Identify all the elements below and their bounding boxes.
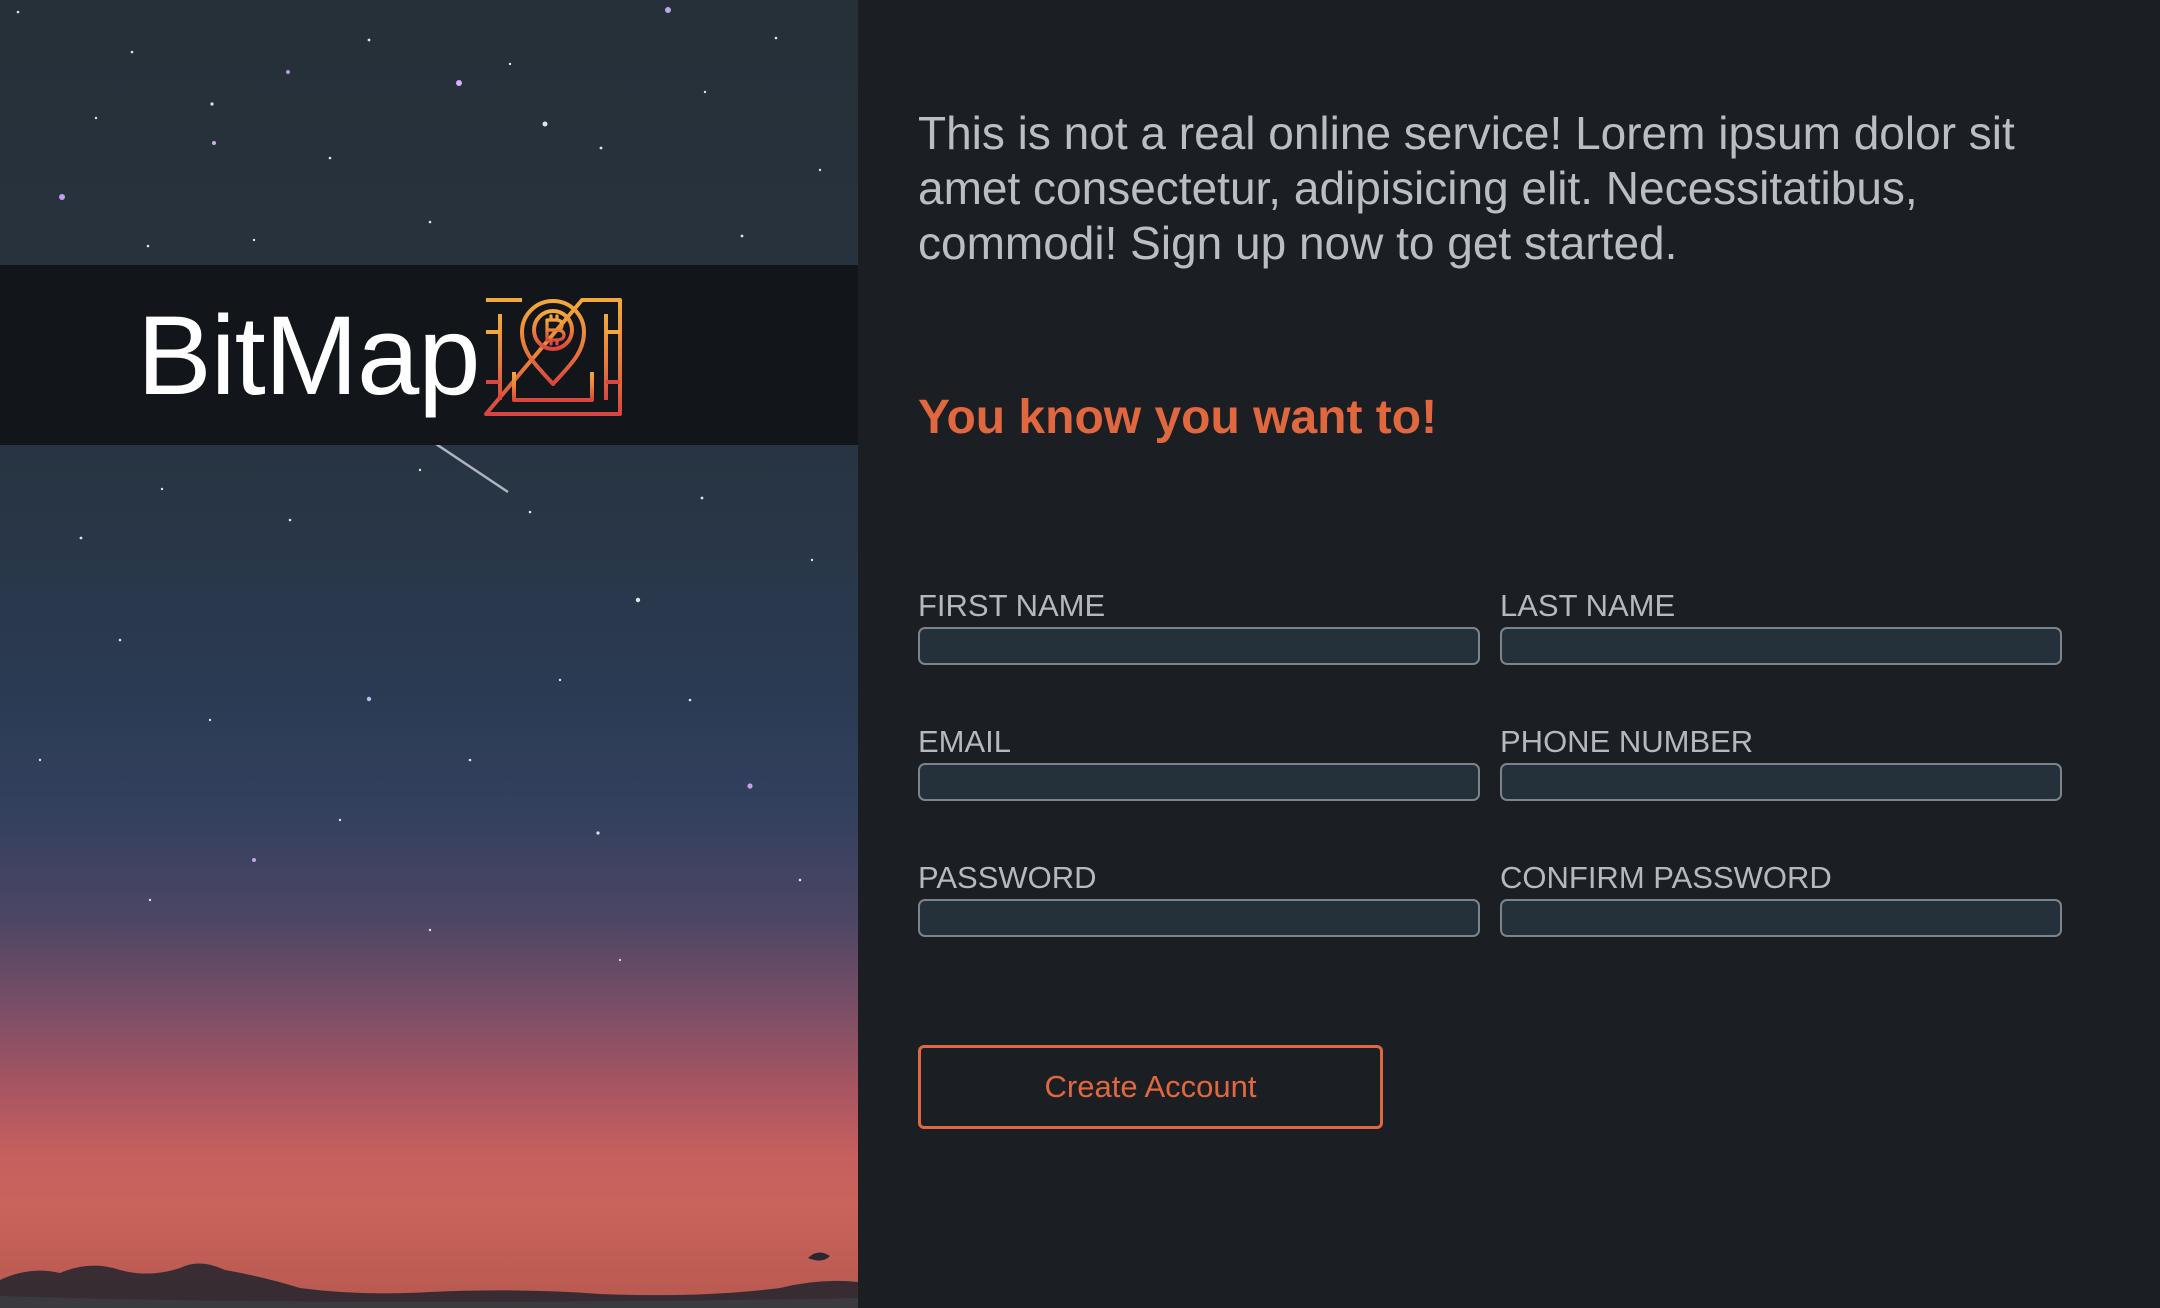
tagline: You know you want to! bbox=[918, 391, 1438, 444]
first-name-input[interactable] bbox=[918, 627, 1480, 665]
first-name-label: FIRST NAME bbox=[918, 588, 1106, 623]
signup-panel: This is not a real online service! Lorem… bbox=[858, 0, 2160, 1308]
hero-image: BitMap bbox=[0, 0, 858, 1308]
confirm-password-label: CONFIRM PASSWORD bbox=[1500, 860, 1832, 895]
last-name-input[interactable] bbox=[1500, 627, 2062, 665]
first-name-group: FIRST NAME bbox=[918, 589, 1480, 665]
intro-text: This is not a real online service! Lorem… bbox=[918, 107, 2015, 269]
phone-label: PHONE NUMBER bbox=[1500, 724, 1754, 759]
email-input[interactable] bbox=[918, 763, 1480, 801]
last-name-group: LAST NAME bbox=[1500, 589, 2062, 665]
brand-logo[interactable]: BitMap bbox=[137, 276, 628, 436]
password-group: PASSWORD bbox=[918, 861, 1480, 937]
horizon-clouds bbox=[0, 1252, 858, 1308]
email-label: EMAIL bbox=[918, 724, 1012, 759]
phone-group: PHONE NUMBER bbox=[1500, 725, 2062, 801]
confirm-password-group: CONFIRM PASSWORD bbox=[1500, 861, 2062, 937]
confirm-password-input[interactable] bbox=[1500, 899, 2062, 937]
password-label: PASSWORD bbox=[918, 860, 1097, 895]
email-group: EMAIL bbox=[918, 725, 1480, 801]
starfield bbox=[16, 7, 822, 962]
brand-name: BitMap bbox=[137, 293, 481, 418]
bitcoin-map-pin-icon bbox=[478, 272, 628, 427]
phone-input[interactable] bbox=[1500, 763, 2062, 801]
last-name-label: LAST NAME bbox=[1500, 588, 1676, 623]
signup-page: BitMap This is not a real online service… bbox=[0, 0, 2160, 1308]
password-input[interactable] bbox=[918, 899, 1480, 937]
create-account-button[interactable]: Create Account bbox=[918, 1045, 1383, 1129]
